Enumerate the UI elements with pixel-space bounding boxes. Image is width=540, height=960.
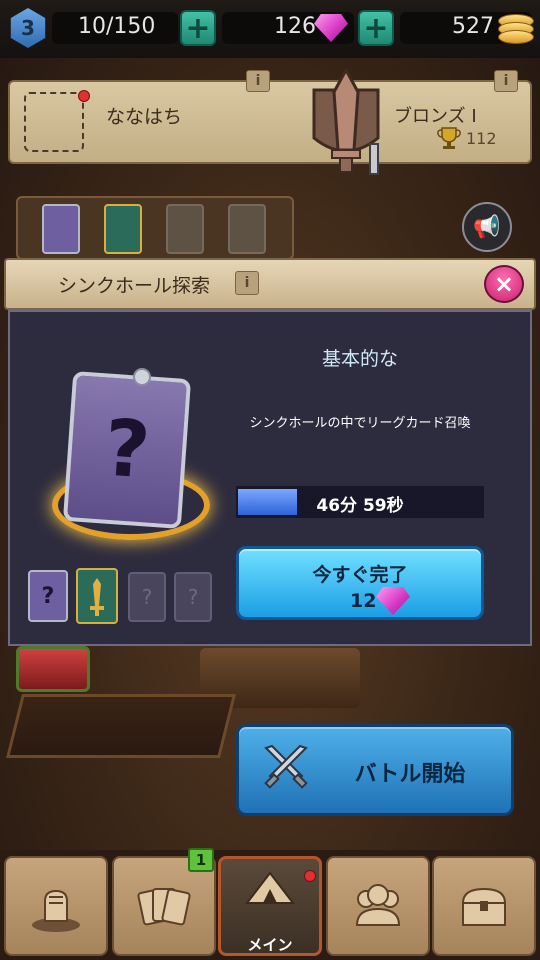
modal-title: シンクホール探索	[58, 275, 211, 297]
player-level: 3	[21, 16, 35, 40]
card-slot-empty	[166, 204, 204, 254]
sword-icon	[90, 578, 104, 616]
card-pin	[133, 368, 151, 386]
rank-name: ブロンズ I	[394, 106, 477, 127]
guild-icon	[355, 884, 401, 926]
chest-decoration	[16, 646, 90, 692]
notification-dot	[78, 90, 90, 102]
modal-info-icon[interactable]: i	[235, 271, 259, 295]
reward-card-locked: ?	[128, 572, 166, 622]
finish-now-label: 今すぐ完了	[312, 564, 408, 586]
cards-icon	[137, 888, 191, 926]
trophy-count: 112	[466, 129, 497, 148]
reward-card-sword	[76, 568, 118, 624]
rug-decoration	[6, 694, 236, 758]
tab-chest[interactable]	[432, 856, 536, 956]
close-button[interactable]: ×	[484, 265, 524, 303]
finish-cost: 12	[350, 590, 377, 612]
timer-text: 46分 59秒	[316, 496, 404, 516]
tent-icon	[244, 871, 296, 904]
tab-guild[interactable]	[326, 856, 430, 956]
variant-title: 基本的な	[321, 348, 398, 370]
tab-fist[interactable]	[4, 856, 108, 956]
reward-card-locked: ?	[174, 572, 212, 622]
energy-value: 10/150	[78, 14, 156, 39]
reward-card-mystery: ?	[28, 570, 68, 622]
battle-start-label: バトル開始	[354, 762, 466, 787]
megaphone-icon[interactable]: 📢	[462, 202, 512, 252]
coin-icon	[498, 14, 534, 44]
crossed-swords-icon	[264, 744, 308, 789]
bronze-rank-emblem-icon[interactable]	[306, 68, 386, 178]
exploration-description: シンクホールの中でリーグカード召喚	[249, 416, 471, 431]
fist-icon	[32, 889, 80, 932]
avatar[interactable]	[24, 92, 84, 152]
rank-info-icon[interactable]: i	[494, 70, 518, 92]
gems-value: 126	[274, 14, 316, 39]
add-gems-button[interactable]: +	[358, 10, 394, 46]
notification-badge: 1	[188, 848, 214, 872]
mystery-card: ?	[62, 371, 192, 529]
profile-info-icon[interactable]: i	[246, 70, 270, 92]
chest-icon	[461, 887, 507, 926]
player-name: ななはち	[106, 106, 183, 128]
trophy-icon	[437, 127, 461, 149]
notification-dot	[304, 870, 316, 882]
timer-progress-fill	[238, 489, 297, 515]
card-slot-sword[interactable]	[104, 204, 142, 254]
add-energy-button[interactable]: +	[180, 10, 216, 46]
tab-main-label: メイン	[247, 936, 293, 954]
card-slot-mystery[interactable]	[42, 204, 80, 254]
coins-value: 527	[452, 14, 494, 39]
card-slot-empty	[228, 204, 266, 254]
question-mark-icon: ?	[101, 403, 153, 497]
close-icon: ×	[493, 270, 515, 298]
